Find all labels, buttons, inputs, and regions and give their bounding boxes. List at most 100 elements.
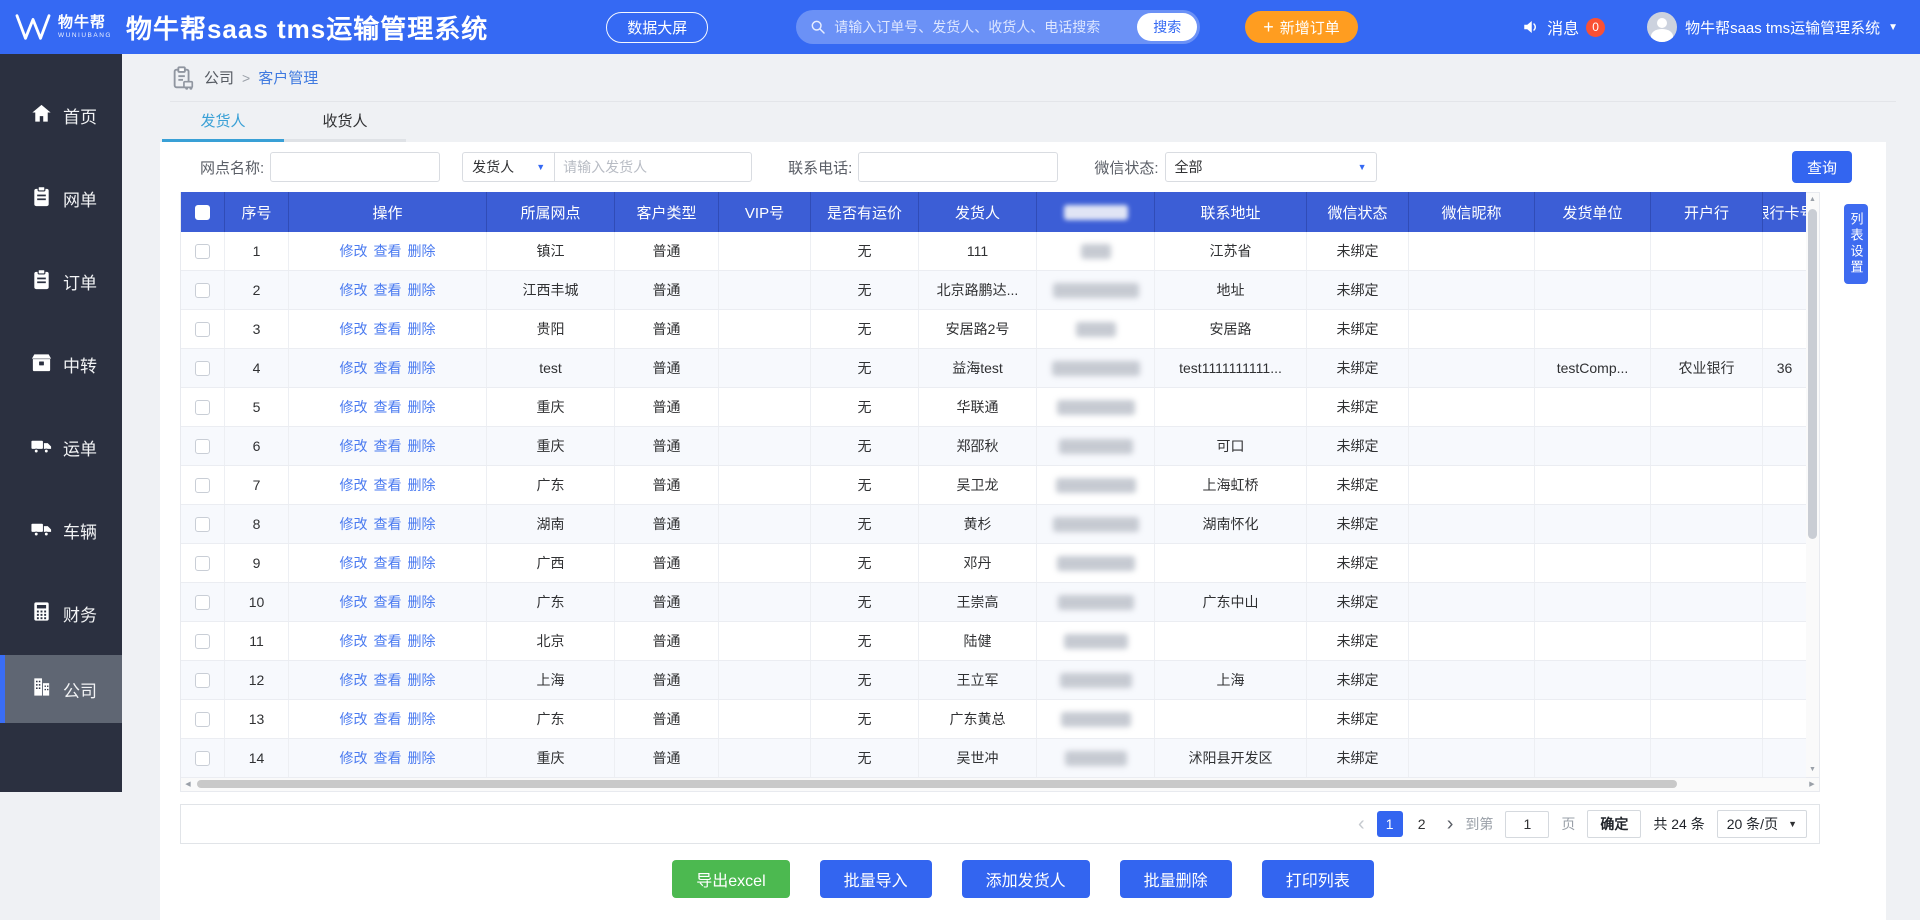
sidebar-item-订单[interactable]: 订单 [0,240,122,323]
row-checkbox[interactable] [195,244,210,259]
consignor-input[interactable] [554,152,752,182]
edit-link[interactable]: 修改 [340,670,368,690]
footer-button-批量导入[interactable]: 批量导入 [820,860,932,898]
edit-link[interactable]: 修改 [340,748,368,768]
sidebar-item-财务[interactable]: 财务 [0,572,122,655]
footer-button-打印列表[interactable]: 打印列表 [1262,860,1374,898]
view-link[interactable]: 查看 [374,241,402,261]
tab-收货人[interactable]: 收货人 [284,102,406,142]
view-link[interactable]: 查看 [374,475,402,495]
scroll-right-arrow-icon[interactable]: ▶ [1805,778,1819,791]
view-link[interactable]: 查看 [374,748,402,768]
view-link[interactable]: 查看 [374,319,402,339]
delete-link[interactable]: 删除 [408,280,436,300]
scroll-down-arrow-icon[interactable]: ▼ [1806,763,1819,777]
row-checkbox[interactable] [195,478,210,493]
edit-link[interactable]: 修改 [340,553,368,573]
user-menu[interactable]: 物牛帮saas tms运输管理系统 ▼ [1647,12,1898,42]
view-link[interactable]: 查看 [374,592,402,612]
vertical-scroll-thumb[interactable] [1808,209,1817,539]
select-all-checkbox[interactable] [195,205,210,220]
view-link[interactable]: 查看 [374,709,402,729]
scroll-left-arrow-icon[interactable]: ◀ [181,778,195,791]
sidebar-item-车辆[interactable]: 车辆 [0,489,122,572]
row-checkbox[interactable] [195,400,210,415]
row-checkbox[interactable] [195,712,210,727]
sidebar-item-首页[interactable]: 首页 [0,74,122,157]
vertical-scrollbar[interactable]: ▲ ▼ [1806,192,1820,778]
horizontal-scroll-thumb[interactable] [197,780,1677,788]
delete-link[interactable]: 删除 [408,748,436,768]
delete-link[interactable]: 删除 [408,241,436,261]
delete-link[interactable]: 删除 [408,319,436,339]
view-link[interactable]: 查看 [374,397,402,417]
consignor-type-select[interactable]: 发货人 ▼ [462,152,554,182]
delete-link[interactable]: 删除 [408,709,436,729]
row-checkbox[interactable] [195,751,210,766]
view-link[interactable]: 查看 [374,358,402,378]
edit-link[interactable]: 修改 [340,397,368,417]
list-settings-button[interactable]: 列表设置 [1844,204,1868,284]
messages-button[interactable]: 消息 0 [1522,15,1605,39]
page-number-1[interactable]: 1 [1377,811,1403,837]
footer-button-添加发货人[interactable]: 添加发货人 [962,860,1090,898]
page-number-2[interactable]: 2 [1409,811,1435,837]
row-checkbox[interactable] [195,322,210,337]
row-checkbox[interactable] [195,283,210,298]
view-link[interactable]: 查看 [374,436,402,456]
edit-link[interactable]: 修改 [340,280,368,300]
sidebar-item-中转[interactable]: 中转 [0,323,122,406]
footer-button-导出excel[interactable]: 导出excel [672,860,789,898]
edit-link[interactable]: 修改 [340,631,368,651]
goto-page-input[interactable] [1505,811,1549,838]
view-link[interactable]: 查看 [374,514,402,534]
sidebar-item-公司[interactable]: 公司 [0,655,122,723]
new-order-button[interactable]: + 新增订单 [1245,11,1358,43]
edit-link[interactable]: 修改 [340,514,368,534]
edit-link[interactable]: 修改 [340,475,368,495]
tab-发货人[interactable]: 发货人 [162,102,284,142]
breadcrumb-current[interactable]: 客户管理 [258,67,318,88]
search-button[interactable]: 搜索 [1137,13,1197,41]
row-checkbox[interactable] [195,556,210,571]
row-checkbox[interactable] [195,595,210,610]
phone-input[interactable] [858,152,1058,182]
sidebar-item-网单[interactable]: 网单 [0,157,122,240]
row-checkbox[interactable] [195,634,210,649]
scroll-up-arrow-icon[interactable]: ▲ [1806,193,1819,207]
view-link[interactable]: 查看 [374,670,402,690]
edit-link[interactable]: 修改 [340,436,368,456]
data-screen-button[interactable]: 数据大屏 [606,12,708,43]
delete-link[interactable]: 删除 [408,670,436,690]
edit-link[interactable]: 修改 [340,709,368,729]
row-checkbox[interactable] [195,517,210,532]
delete-link[interactable]: 删除 [408,397,436,417]
wechat-status-select[interactable]: 全部 ▼ [1165,152,1377,182]
next-page-button[interactable]: › [1447,813,1454,836]
delete-link[interactable]: 删除 [408,514,436,534]
view-link[interactable]: 查看 [374,280,402,300]
view-link[interactable]: 查看 [374,631,402,651]
delete-link[interactable]: 删除 [408,358,436,378]
search-input[interactable] [834,19,1137,35]
delete-link[interactable]: 删除 [408,475,436,495]
footer-button-批量删除[interactable]: 批量删除 [1120,860,1232,898]
row-checkbox[interactable] [195,361,210,376]
row-checkbox[interactable] [195,673,210,688]
edit-link[interactable]: 修改 [340,319,368,339]
horizontal-scrollbar[interactable]: ◀ ▶ [180,778,1820,792]
delete-link[interactable]: 删除 [408,631,436,651]
edit-link[interactable]: 修改 [340,241,368,261]
page-size-select[interactable]: 20 条/页 ▼ [1717,810,1807,838]
site-name-input[interactable] [270,152,440,182]
goto-confirm-button[interactable]: 确定 [1587,810,1641,838]
view-link[interactable]: 查看 [374,553,402,573]
delete-link[interactable]: 删除 [408,553,436,573]
edit-link[interactable]: 修改 [340,358,368,378]
row-checkbox[interactable] [195,439,210,454]
query-button[interactable]: 查询 [1792,151,1852,183]
prev-page-button[interactable]: ‹ [1358,813,1365,836]
delete-link[interactable]: 删除 [408,592,436,612]
delete-link[interactable]: 删除 [408,436,436,456]
sidebar-item-运单[interactable]: 运单 [0,406,122,489]
